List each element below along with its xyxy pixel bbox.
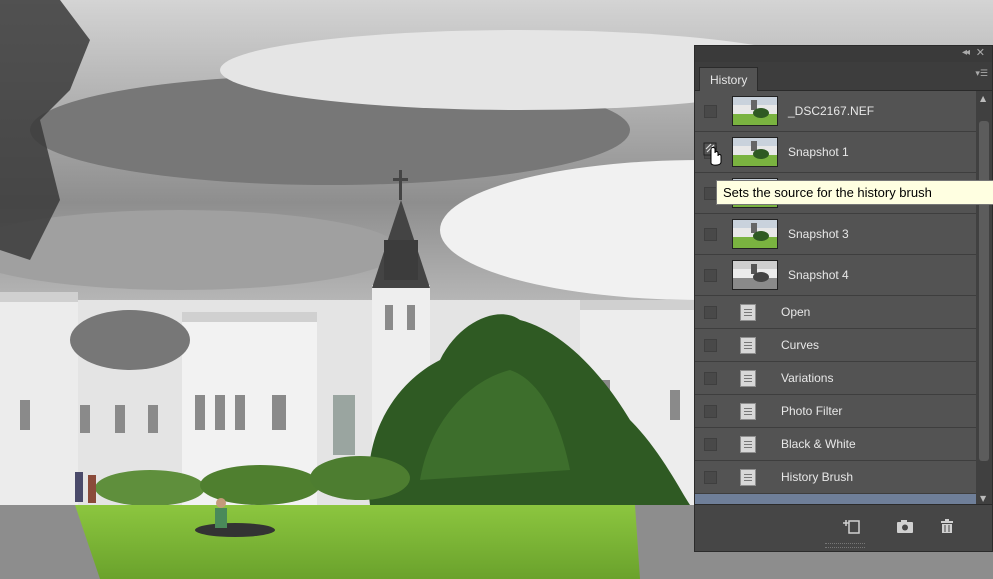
history-panel: ◂◂ ✕ History ▾☰ _DSC2167.NEF Snapshot 1 xyxy=(694,45,993,552)
history-state-label: History Brush xyxy=(781,470,854,484)
history-source-checkbox[interactable] xyxy=(704,405,717,418)
history-source-checkbox[interactable] xyxy=(704,105,717,118)
scroll-down-icon[interactable]: ▼ xyxy=(980,494,986,503)
scrollbar-thumb[interactable] xyxy=(979,121,989,461)
tooltip: Sets the source for the history brush xyxy=(716,180,993,205)
history-brush-source-icon xyxy=(703,141,725,171)
history-state-label: Curves xyxy=(781,338,820,352)
history-source-checkbox[interactable] xyxy=(704,306,717,319)
panel-menu-icon[interactable]: ▾☰ xyxy=(975,69,988,79)
snapshot-thumbnail xyxy=(732,137,778,167)
history-source-checkbox[interactable] xyxy=(704,269,717,282)
collapse-panel-icon[interactable]: ◂◂ xyxy=(962,47,970,58)
history-state-icon xyxy=(740,436,756,453)
panel-footer xyxy=(695,504,992,551)
history-source-checkbox[interactable] xyxy=(704,372,717,385)
snapshot-thumbnail xyxy=(732,260,778,290)
snapshot-label: _DSC2167.NEF xyxy=(788,104,875,118)
panel-tab-bar: History ▾☰ xyxy=(695,62,992,91)
snapshot-label: Snapshot 3 xyxy=(788,227,849,241)
history-source-checkbox[interactable] xyxy=(704,438,717,451)
history-state-row[interactable]: Photo Filter xyxy=(695,395,976,428)
history-source-checkbox[interactable] xyxy=(704,339,717,352)
history-state-icon xyxy=(740,403,756,420)
panel-resize-grip[interactable] xyxy=(825,543,865,548)
history-source-checkbox[interactable] xyxy=(704,228,717,241)
history-snapshot-row[interactable]: Snapshot 4 xyxy=(695,255,976,296)
history-state-icon xyxy=(740,370,756,387)
tab-history[interactable]: History xyxy=(699,67,759,91)
history-state-label: Variations xyxy=(781,371,834,385)
history-state-row[interactable]: History Brush xyxy=(695,461,976,494)
new-document-from-state-icon[interactable] xyxy=(843,518,861,538)
scroll-up-icon[interactable]: ▲ xyxy=(980,94,986,103)
history-state-row[interactable]: Curves xyxy=(695,329,976,362)
history-snapshot-row[interactable]: _DSC2167.NEF xyxy=(695,91,976,132)
history-snapshot-row[interactable]: Snapshot 3 xyxy=(695,214,976,255)
history-state-label: Open xyxy=(781,305,811,319)
history-state-row[interactable]: Open xyxy=(695,296,976,329)
history-state-label: Photo Filter xyxy=(781,404,843,418)
close-icon[interactable]: ✕ xyxy=(976,46,985,59)
panel-title-bar[interactable]: ◂◂ ✕ xyxy=(695,46,992,62)
history-state-icon xyxy=(740,337,756,354)
snapshot-thumbnail xyxy=(732,96,778,126)
history-source-checkbox[interactable] xyxy=(704,471,717,484)
trash-icon[interactable] xyxy=(939,518,955,538)
snapshot-thumbnail xyxy=(732,219,778,249)
history-state-row[interactable]: Black & White xyxy=(695,428,976,461)
history-state-icon xyxy=(740,304,756,321)
history-list: _DSC2167.NEF Snapshot 1 Snapshot 3 Snaps… xyxy=(695,91,976,506)
snapshot-label: Snapshot 1 xyxy=(788,145,849,159)
history-scrollbar[interactable]: ▲ ▼ xyxy=(976,91,992,506)
camera-icon[interactable] xyxy=(896,518,914,538)
history-state-icon xyxy=(740,469,756,486)
history-snapshot-row[interactable]: Snapshot 1 xyxy=(695,132,976,173)
snapshot-label: Snapshot 4 xyxy=(788,268,849,282)
history-state-label: Black & White xyxy=(781,437,856,451)
history-state-row[interactable]: Variations xyxy=(695,362,976,395)
